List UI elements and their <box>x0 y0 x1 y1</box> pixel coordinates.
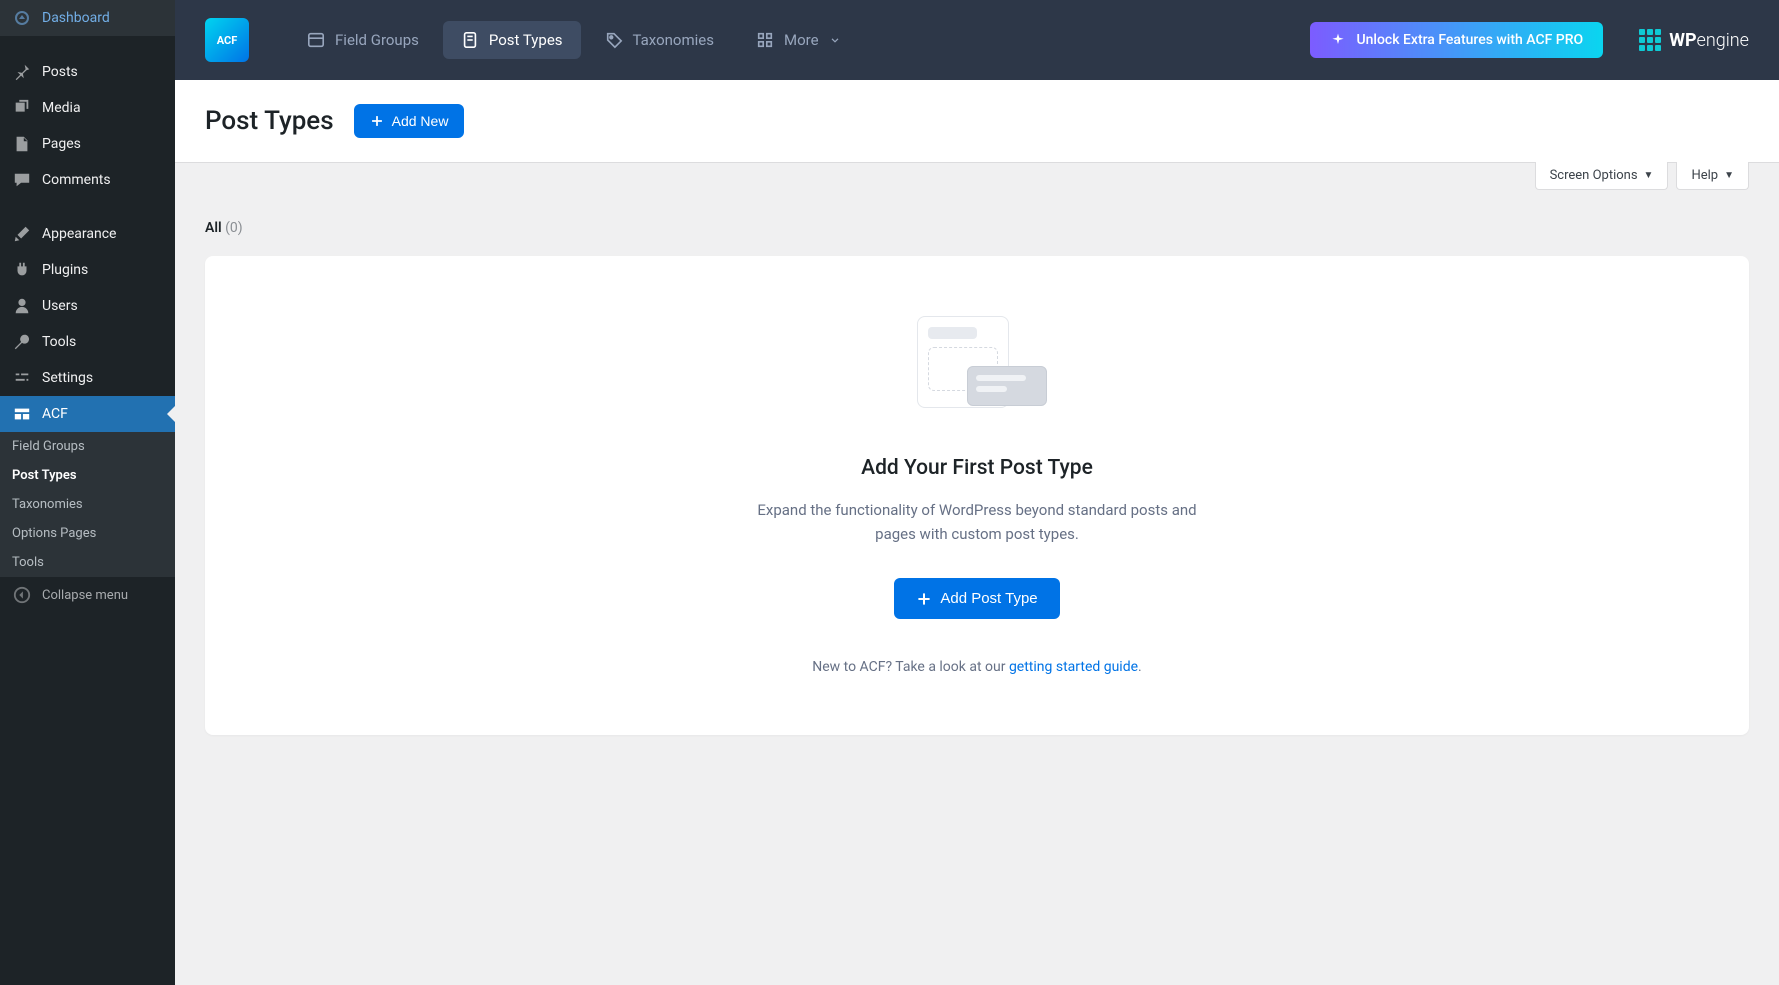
sidebar-label: Appearance <box>42 226 116 242</box>
acf-logo[interactable]: ACF <box>205 18 249 62</box>
plus-icon <box>370 114 384 128</box>
acf-icon <box>12 404 32 424</box>
sidebar-label: Comments <box>42 172 111 188</box>
brush-icon <box>12 224 32 244</box>
sidebar-label: Dashboard <box>42 10 110 26</box>
nav-label: Taxonomies <box>633 31 714 49</box>
add-new-button[interactable]: Add New <box>354 104 465 138</box>
sidebar-pages[interactable]: Pages <box>0 126 175 162</box>
sidebar-label: ACF <box>42 406 68 422</box>
sidebar-users[interactable]: Users <box>0 288 175 324</box>
filter-status: All (0) <box>205 220 1749 236</box>
chevron-down-icon: ▼ <box>1724 170 1734 181</box>
sidebar-plugins[interactable]: Plugins <box>0 252 175 288</box>
tag-icon <box>605 31 623 49</box>
sidebar-label: Pages <box>42 136 81 152</box>
tab-label: Screen Options <box>1550 168 1638 183</box>
sidebar-label: Settings <box>42 370 93 386</box>
grid-icon <box>756 31 774 49</box>
nav-label: More <box>784 31 819 49</box>
acf-nav: Field Groups Post Types Taxonomies <box>289 21 1300 59</box>
submenu-taxonomies[interactable]: Taxonomies <box>0 490 175 519</box>
nav-post-types[interactable]: Post Types <box>443 21 581 59</box>
submenu-tools[interactable]: Tools <box>0 548 175 577</box>
sidebar-label: Media <box>42 100 81 116</box>
filter-all[interactable]: All <box>205 220 222 236</box>
layout-icon <box>307 31 325 49</box>
comment-icon <box>12 170 32 190</box>
submenu-field-groups[interactable]: Field Groups <box>0 432 175 461</box>
plug-icon <box>12 260 32 280</box>
sparkle-icon <box>1330 32 1346 48</box>
empty-state-card: Add Your First Post Type Expand the func… <box>205 256 1749 735</box>
empty-description: Expand the functionality of WordPress be… <box>757 498 1197 546</box>
dashboard-icon <box>12 8 32 28</box>
nav-more[interactable]: More <box>738 21 859 59</box>
screen-options-tab[interactable]: Screen Options ▼ <box>1535 162 1669 190</box>
sliders-icon <box>12 368 32 388</box>
getting-started-link[interactable]: getting started guide <box>1009 659 1138 675</box>
sidebar-dashboard[interactable]: Dashboard <box>0 0 175 36</box>
sidebar-label: Plugins <box>42 262 88 278</box>
sidebar-label: Tools <box>42 334 76 350</box>
sidebar-media[interactable]: Media <box>0 90 175 126</box>
collapse-icon <box>12 585 32 605</box>
collapse-menu[interactable]: Collapse menu <box>0 577 175 613</box>
help-tab[interactable]: Help ▼ <box>1676 162 1749 190</box>
nav-label: Post Types <box>489 31 563 49</box>
filter-count: (0) <box>225 220 243 236</box>
add-post-type-button[interactable]: Add Post Type <box>894 578 1059 619</box>
document-icon <box>461 31 479 49</box>
wp-engine-brand[interactable]: WPengine <box>1639 29 1749 51</box>
screen-tabs: Screen Options ▼ Help ▼ <box>175 162 1779 190</box>
page-header: Post Types Add New <box>175 80 1779 163</box>
nav-field-groups[interactable]: Field Groups <box>289 21 437 59</box>
button-label: Add Post Type <box>940 590 1037 607</box>
sidebar-tools[interactable]: Tools <box>0 324 175 360</box>
pin-icon <box>12 62 32 82</box>
acf-toolbar: ACF Field Groups Post Types <box>175 0 1779 80</box>
nav-taxonomies[interactable]: Taxonomies <box>587 21 732 59</box>
sidebar-comments[interactable]: Comments <box>0 162 175 198</box>
sidebar-posts[interactable]: Posts <box>0 54 175 90</box>
nav-label: Field Groups <box>335 31 419 49</box>
wp-engine-logo-icon <box>1639 29 1661 51</box>
empty-illustration <box>917 316 1037 416</box>
media-icon <box>12 98 32 118</box>
wrench-icon <box>12 332 32 352</box>
page-title: Post Types <box>205 106 334 136</box>
page-icon <box>12 134 32 154</box>
sidebar-appearance[interactable]: Appearance <box>0 216 175 252</box>
sidebar-acf[interactable]: ACF <box>0 396 175 432</box>
sidebar-label: Posts <box>42 64 78 80</box>
button-label: Add New <box>392 113 449 129</box>
upgrade-cta[interactable]: Unlock Extra Features with ACF PRO <box>1310 22 1603 58</box>
empty-footer: New to ACF? Take a look at our getting s… <box>245 659 1709 675</box>
wp-admin-sidebar: Dashboard Posts Media Pages Comments <box>0 0 175 985</box>
chevron-down-icon: ▼ <box>1644 170 1654 181</box>
cta-label: Unlock Extra Features with ACF PRO <box>1356 32 1583 48</box>
sidebar-label: Users <box>42 298 78 314</box>
tab-label: Help <box>1691 168 1718 183</box>
empty-title: Add Your First Post Type <box>245 456 1709 480</box>
acf-submenu: Field Groups Post Types Taxonomies Optio… <box>0 432 175 577</box>
submenu-options-pages[interactable]: Options Pages <box>0 519 175 548</box>
sidebar-settings[interactable]: Settings <box>0 360 175 396</box>
submenu-post-types[interactable]: Post Types <box>0 461 175 490</box>
chevron-down-icon <box>829 34 841 46</box>
collapse-label: Collapse menu <box>42 588 128 603</box>
plus-icon <box>916 591 932 607</box>
user-icon <box>12 296 32 316</box>
